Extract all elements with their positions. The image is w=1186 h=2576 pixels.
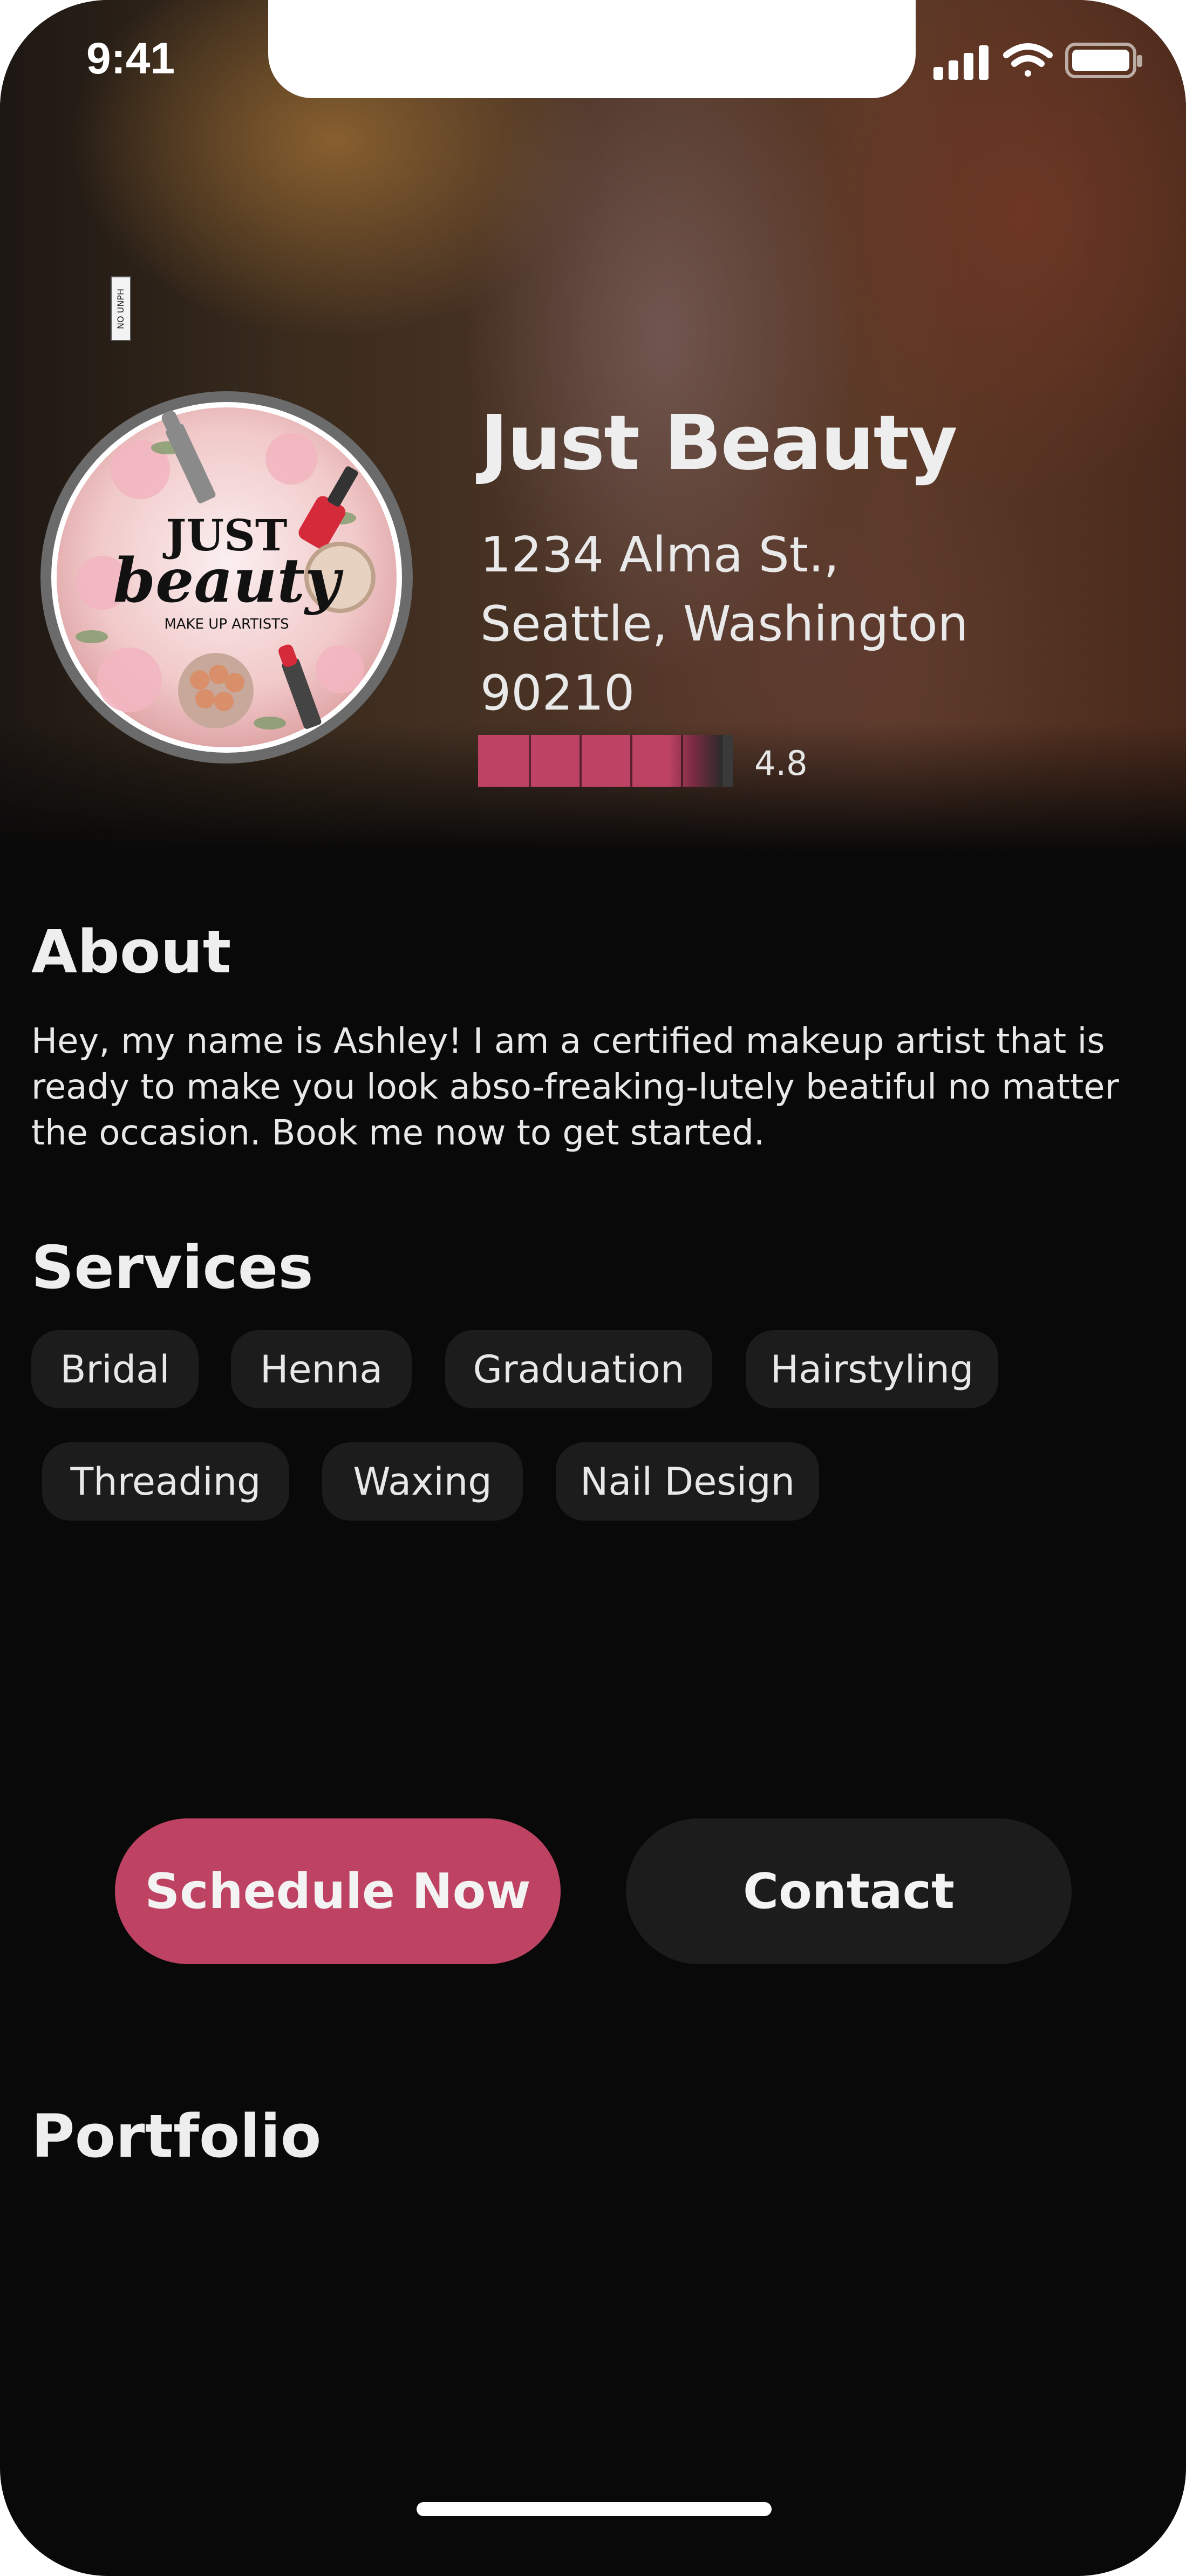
service-chip-bridal[interactable]: Bridal <box>31 1330 199 1408</box>
rating-segment-divider <box>630 735 632 787</box>
business-logo: JUST beauty MAKE UP ARTISTS <box>40 391 413 764</box>
service-chip-nail-design[interactable]: Nail Design <box>556 1442 819 1521</box>
rating-bar <box>478 735 733 787</box>
logo-text-subtitle: MAKE UP ARTISTS <box>164 616 289 632</box>
wifi-icon <box>1003 43 1053 77</box>
rating-fill <box>478 735 723 787</box>
status-time: 9:41 <box>86 34 175 83</box>
phone-screen: 9:41 NO UNPH JUST beauty MAKE UP ARTISTS… <box>0 0 1186 2576</box>
address-line-2: Seattle, Washington <box>480 596 969 652</box>
service-chip-hairstyling[interactable]: Hairstyling <box>746 1330 998 1408</box>
service-chip-waxing[interactable]: Waxing <box>322 1442 523 1521</box>
rating-segment-divider <box>580 735 582 787</box>
status-icons <box>933 43 1142 80</box>
service-chip-henna[interactable]: Henna <box>231 1330 412 1408</box>
about-text: Hey, my name is Ashley! I am a certified… <box>31 1021 1119 1153</box>
business-address: 1234 Alma St., Seattle, Washington 90210 <box>480 521 969 728</box>
rating-segment-divider <box>529 735 531 787</box>
services-heading: Services <box>31 1233 313 1302</box>
portfolio-heading: Portfolio <box>31 2102 322 2171</box>
device-notch <box>268 0 916 98</box>
address-line-3: 90210 <box>480 665 635 721</box>
schedule-now-button[interactable]: Schedule Now <box>115 1818 561 1964</box>
logo-text-beauty: beauty <box>113 546 344 616</box>
powder-pearls-icon <box>178 653 254 728</box>
address-line-1: 1234 Alma St., <box>480 527 840 583</box>
signal-icon <box>933 45 989 80</box>
service-chip-graduation[interactable]: Graduation <box>445 1330 712 1408</box>
rating-segment-divider <box>681 735 683 787</box>
about-heading: About <box>31 917 231 986</box>
rating-value: 4.8 <box>754 744 808 783</box>
contact-button[interactable]: Contact <box>626 1818 1072 1964</box>
home-indicator[interactable] <box>417 2502 772 2516</box>
service-chip-threading[interactable]: Threading <box>42 1442 289 1521</box>
battery-icon <box>1065 43 1142 78</box>
business-name: Just Beauty <box>480 399 958 487</box>
side-tag: NO UNPH <box>111 276 131 341</box>
